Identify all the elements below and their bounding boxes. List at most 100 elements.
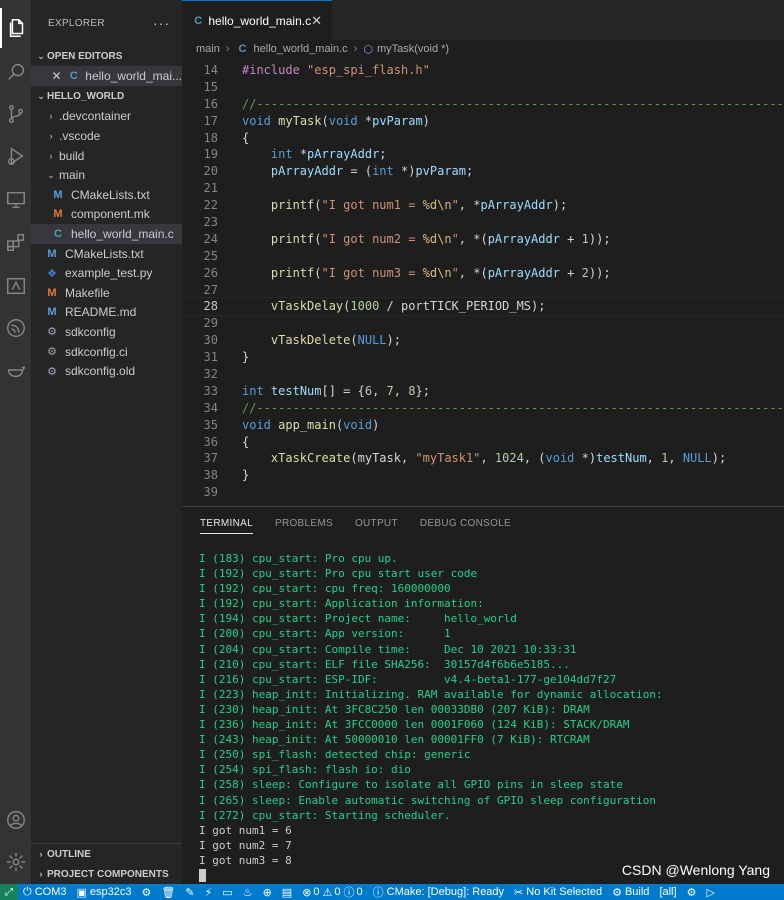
breadcrumb-file[interactable]: hello_world_main.c (254, 43, 348, 55)
remote-explorer-icon[interactable] (0, 180, 31, 220)
code-line[interactable]: 24 printf("I got num2 = %d\n", *(pArrayA… (182, 231, 784, 248)
flash-monitor-button[interactable]: ♨ (238, 886, 258, 899)
tree-file[interactable]: M Makefile (31, 283, 182, 303)
tree-file[interactable]: M README.md (31, 303, 182, 323)
terminal-line: I (216) cpu_start: ESP-IDF: v4.4-beta1-1… (199, 672, 617, 686)
search-icon[interactable] (0, 52, 31, 92)
debug-settings-button[interactable]: ⚙ (682, 886, 702, 899)
run-debug-icon[interactable] (0, 136, 31, 176)
target-label: esp32c3 (89, 886, 132, 898)
close-icon[interactable]: ✕ (51, 69, 62, 83)
menuconfig-button[interactable]: ⚙ (136, 886, 156, 899)
terminal-button[interactable]: ▤ (277, 886, 297, 899)
tab-hello-world-main[interactable]: C hello_world_main.c ✕ (182, 0, 332, 40)
run-button[interactable]: ▷ (701, 886, 719, 899)
code-line[interactable]: 38} (182, 467, 784, 484)
tree-file[interactable]: ⚙ sdkconfig.old (31, 361, 182, 381)
code-line[interactable]: 21 (182, 180, 784, 197)
code-line[interactable]: 19 int *pArrayAddr; (182, 146, 784, 163)
cmake-build-button[interactable]: ⚙ Build (607, 886, 654, 899)
cmake-status[interactable]: ⓘ CMake: [Debug]: Ready (368, 884, 509, 900)
code-line[interactable]: 35 void app_main(void) (182, 417, 784, 434)
tree-file[interactable]: ❖ example_test.py (31, 263, 182, 283)
code-line[interactable]: 29 (182, 315, 784, 332)
more-actions-icon[interactable]: ··· (153, 15, 170, 31)
code-line[interactable]: 17 void myTask(void *pvParam) (182, 113, 784, 130)
espressif-icon[interactable] (0, 308, 31, 348)
problems-indicator[interactable]: ⊗ 0 ⚠ 0 ⓘ 0 (297, 884, 367, 900)
tree-file[interactable]: ⚙ sdkconfig (31, 322, 182, 342)
tree-file[interactable]: Chello_world_main.c (31, 224, 182, 244)
tree-item-label: .devcontainer (59, 109, 132, 124)
flash-button[interactable]: ⚡ (200, 886, 218, 899)
code-line[interactable]: 26 printf("I got num3 = %d\n", *(pArrayA… (182, 265, 784, 282)
open-editor-item[interactable]: ✕ C hello_world_mai... (31, 66, 182, 86)
monitor-icon: ▭ (222, 886, 233, 899)
code-text: { (242, 130, 250, 145)
tree-folder[interactable]: › build (31, 146, 182, 166)
build-button[interactable]: ✎ (180, 886, 199, 899)
docker-icon[interactable] (0, 350, 31, 390)
openocd-button[interactable]: ⊕ (258, 886, 277, 899)
code-editor[interactable]: 14 #include "esp_spi_flash.h" 15 16 //------… (182, 62, 784, 506)
line-number: 25 (203, 248, 218, 263)
terminal-line: I (250) spi_flash: detected chip: generi… (199, 748, 471, 762)
cmake-icon[interactable] (0, 266, 31, 306)
tree-folder[interactable]: › .devcontainer (31, 107, 182, 127)
full-clean-button[interactable]: 🗑 (156, 886, 180, 899)
open-editors-section[interactable]: ⌄ OPEN EDITORS (31, 46, 182, 66)
tree-item-label: component.mk (71, 207, 150, 222)
account-icon[interactable] (0, 800, 31, 840)
code-line[interactable]: 28 vTaskDelay(1000 / portTICK_PERIOD_MS)… (182, 297, 784, 317)
build-target-selector[interactable]: [all] (654, 886, 681, 898)
code-line[interactable]: 33 int testNum[] = {6, 7, 8}; (182, 383, 784, 400)
tab-debug-console[interactable]: DEBUG CONSOLE (420, 518, 511, 529)
code-line[interactable]: 30 vTaskDelete(NULL); (182, 332, 784, 349)
c-file-icon: C (69, 69, 78, 82)
code-line[interactable]: 37 xTaskCreate(myTask, "myTask1", 1024, … (182, 450, 784, 467)
code-line[interactable]: 15 (182, 79, 784, 96)
tab-output[interactable]: OUTPUT (355, 518, 398, 529)
tab-terminal[interactable]: TERMINAL (200, 518, 253, 534)
tree-file[interactable]: M CMakeLists.txt (31, 244, 182, 264)
target-selector[interactable]: ▣ esp32c3 (71, 886, 136, 899)
code-text: //--------------------------------------… (242, 400, 784, 415)
terminal-output[interactable]: I (183) cpu_start: Pro cpu up. I (192) cp… (182, 539, 784, 883)
explorer-title: EXPLORER (48, 17, 105, 29)
close-icon[interactable]: ✕ (311, 13, 322, 29)
code-line[interactable]: 22 printf("I got num1 = %d\n", *pArrayAd… (182, 197, 784, 214)
project-components-section[interactable]: › PROJECT COMPONENTS (31, 864, 182, 884)
code-line[interactable]: 16 //------------------------------------… (182, 96, 784, 113)
code-line[interactable]: 25 (182, 248, 784, 265)
code-line[interactable]: 34 //------------------------------------… (182, 400, 784, 417)
code-line[interactable]: 20 pArrayAddr = (int *)pvParam; (182, 163, 784, 180)
line-number: 14 (203, 63, 218, 77)
breadcrumb-folder[interactable]: main (196, 43, 220, 55)
tree-file[interactable]: M CMakeLists.txt (31, 185, 182, 205)
code-line[interactable]: 36 { (182, 434, 784, 451)
code-line[interactable]: 14 #include "esp_spi_flash.h" (182, 62, 784, 79)
tab-problems[interactable]: PROBLEMS (275, 518, 333, 529)
tree-folder[interactable]: › .vscode (31, 126, 182, 146)
settings-gear-icon[interactable] (0, 842, 31, 882)
extensions-icon[interactable] (0, 222, 31, 262)
remote-indicator-icon[interactable]: ⤢ (0, 884, 18, 900)
outline-section[interactable]: › OUTLINE (31, 844, 182, 864)
info-count: 0 (356, 886, 363, 898)
code-line[interactable]: 39 (182, 484, 784, 501)
workspace-section[interactable]: ⌄ HELLO_WORLD (31, 87, 182, 107)
tree-file[interactable]: Mcomponent.mk (31, 205, 182, 225)
tree-folder[interactable]: ⌄ main (31, 165, 182, 185)
breadcrumb-symbol[interactable]: myTask(void *) (377, 43, 449, 55)
code-line[interactable]: 32 (182, 366, 784, 383)
monitor-button[interactable]: ▭ (217, 886, 237, 899)
tree-file[interactable]: ⚙ sdkconfig.ci (31, 342, 182, 362)
port-selector[interactable]: ⏻ COM3 (18, 886, 71, 899)
source-control-icon[interactable] (0, 94, 31, 134)
explorer-icon[interactable] (0, 8, 31, 48)
code-line[interactable]: 18 { (182, 130, 784, 147)
code-line[interactable]: 31} (182, 349, 784, 366)
kit-selector[interactable]: ✂ No Kit Selected (509, 886, 607, 899)
code-line[interactable]: 27 (182, 282, 784, 299)
code-line[interactable]: 23 (182, 214, 784, 231)
